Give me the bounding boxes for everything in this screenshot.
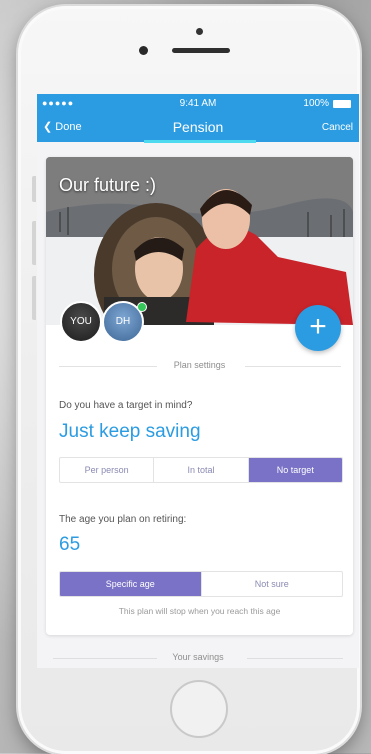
cancel-button[interactable]: Cancel [322,122,353,133]
age-segmented-control: Specific age Not sure [59,571,343,597]
plan-settings-header: Plan settings [46,359,353,373]
navigation-bar: ❮ Done Pension Cancel [37,114,359,142]
app-screen: ●●●●● 9:41 AM 100% ❮ Done Pension Cancel [37,94,359,668]
battery-percent: 100% [303,98,329,109]
member-avatar-you[interactable]: YOU [60,301,102,343]
target-value[interactable]: Just keep saving [59,421,201,443]
battery-icon [333,100,351,108]
add-member-button[interactable]: + [295,305,341,351]
target-option-no-target[interactable]: No target [247,458,342,482]
age-value[interactable]: 65 [59,534,80,556]
mute-switch [32,176,36,202]
age-note: This plan will stop when you reach this … [118,606,281,616]
your-savings-header: Your savings [37,651,359,665]
plan-card: Our future :) YOU DH + Plan settings Do … [46,157,353,635]
title-underline [144,140,256,143]
section-label: Plan settings [173,360,226,370]
age-option-specific-age[interactable]: Specific age [60,572,201,596]
proximity-sensor [196,28,203,35]
volume-up-button [32,221,36,265]
earpiece-speaker [172,48,230,53]
home-button[interactable] [170,680,228,738]
target-question: Do you have a target in mind? [59,400,193,411]
target-segmented-control: Per person In total No target [59,457,343,483]
status-bar: ●●●●● 9:41 AM 100% [37,94,359,114]
front-camera [139,46,148,55]
age-question: The age you plan on retiring: [59,514,187,525]
age-option-not-sure[interactable]: Not sure [200,572,343,596]
target-option-per-person[interactable]: Per person [60,458,153,482]
cover-photo[interactable]: Our future :) [46,157,353,325]
photo-caption: Our future :) [59,175,157,195]
online-indicator [137,302,147,312]
section-label: Your savings [172,652,224,662]
target-option-in-total[interactable]: In total [153,458,247,482]
page-title: Pension [172,119,224,135]
volume-down-button [32,276,36,320]
